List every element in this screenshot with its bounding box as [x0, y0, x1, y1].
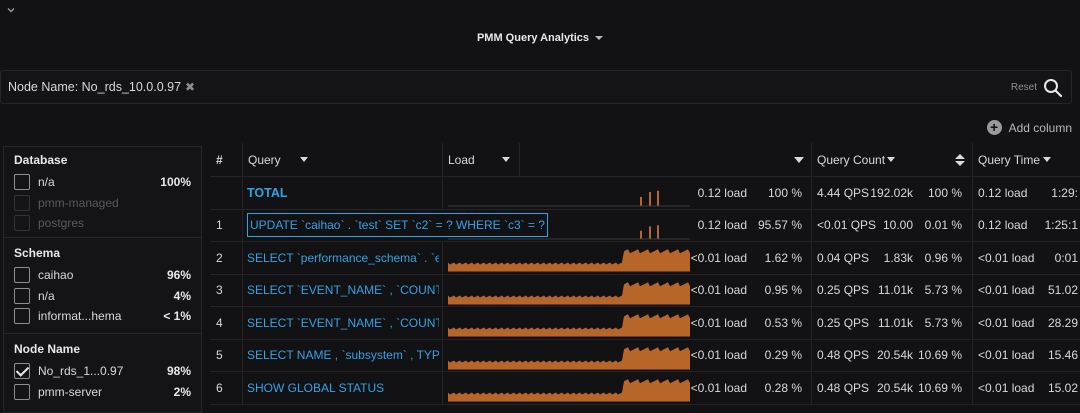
column-header-load[interactable]: Load [448, 143, 508, 176]
filter-option-label: No_rds_1...0.97 [38, 364, 124, 379]
filter-option: postgres [14, 213, 191, 234]
chevron-down-icon[interactable] [300, 143, 308, 176]
filter-option[interactable]: pmm-server 2% [14, 382, 191, 403]
table-row[interactable]: 4 SELECT `EVENT_NAME` , `COUNT_... <0.01 l… [210, 307, 1080, 340]
filter-group-node-name: Node Name No_rds_1...0.97 98% pmm-server 2% [4, 334, 201, 406]
dashboard-title-dropdown[interactable]: PMM Query Analytics [476, 32, 604, 44]
chevron-down-icon [595, 36, 604, 40]
filter-option[interactable]: caihao 96% [14, 265, 191, 286]
table-row[interactable]: 5SELECT NAME , `subsystem` , TYPE ...<0.… [210, 339, 1080, 372]
filter-group-title: Node Name [14, 342, 81, 356]
filter-option[interactable]: n/a 4% [14, 286, 191, 307]
filter-option-label: informat...hema [38, 309, 122, 324]
reset-button[interactable]: Reset [1011, 82, 1037, 93]
filter-option[interactable]: No_rds_1...0.97 98% [14, 361, 191, 382]
add-column-button[interactable]: + Add column [986, 120, 1072, 135]
checkbox[interactable] [14, 383, 30, 400]
query-time-value: 1:29: [1051, 185, 1078, 200]
query-table: # Query Load Query Count Query Time TOTA… [210, 143, 1080, 413]
filter-option[interactable]: informat...hema < 1% [14, 306, 191, 327]
checkbox-checked[interactable] [14, 363, 30, 380]
filter-option-percent: 98% [166, 364, 191, 379]
checkbox[interactable] [14, 267, 30, 284]
sort-descending-icon[interactable] [794, 143, 804, 176]
table-row[interactable]: 3SELECT `EVENT_NAME` , `COUNT_S...<0.01 … [210, 274, 1080, 307]
checkbox[interactable] [14, 174, 30, 191]
checkbox[interactable] [14, 308, 30, 325]
column-header-num: # [216, 152, 223, 167]
chevron-down-icon[interactable] [502, 143, 510, 176]
filter-option-label: n/a [38, 288, 55, 303]
checkbox [14, 215, 30, 232]
filter-group-database: Database n/a 100% pmm-managed postgres [4, 147, 201, 238]
filter-option-percent: 2% [173, 384, 191, 399]
filter-option-percent: < 1% [163, 309, 191, 324]
query-time-value: 51.02 [1047, 283, 1078, 298]
filters-sidebar: Database n/a 100% pmm-managed postgres Sche… [3, 146, 202, 413]
chevron-down-icon[interactable] [1043, 143, 1051, 176]
filter-group-schema: Schema caihao 96% n/a 4% informat...hema < 1% [4, 238, 201, 334]
query-time-value: 0:01 [1054, 250, 1078, 265]
filter-option-label: pmm-managed [38, 195, 119, 210]
search-icon[interactable] [1043, 78, 1063, 98]
column-header-query-count[interactable]: Query Count [817, 143, 897, 176]
table-header-row: # Query Load Query Count Query Time [210, 143, 1080, 177]
table-total-row[interactable]: TOTAL 0.12 load 100 % 4.44 QPS 192.02k 100 % 0… [210, 177, 1080, 210]
filter-bar: Node Name: No_rds_10.0.0.97 ✖ Reset [0, 70, 1072, 104]
filter-option: pmm-managed [14, 193, 191, 214]
filter-option-label: n/a [38, 175, 55, 190]
chevron-down-icon[interactable] [887, 143, 895, 176]
query-time-value: 28.29 [1047, 315, 1078, 330]
table-row[interactable]: 1 UPDATE `caihao` . `test` SET `c2` = ? W… [210, 209, 1080, 242]
sort-icon[interactable] [955, 143, 965, 176]
filter-chip-label: Node Name: No_rds_10.0.0.97 [8, 80, 182, 94]
table-row[interactable]: 2 SELECT `performance_schema` . `ev... <0.… [210, 242, 1080, 275]
dashboard-title: PMM Query Analytics [476, 32, 590, 44]
filter-group-title: Schema [14, 246, 61, 260]
query-time-value: 15.46 [1047, 348, 1078, 363]
table-row[interactable]: 6 SHOW GLOBAL STATUS <0.01 load 0.28 % 0.48 … [210, 372, 1080, 405]
checkbox[interactable] [14, 287, 30, 304]
filter-option-percent: 4% [173, 288, 191, 303]
filter-option-label: postgres [38, 216, 85, 231]
filter-option-percent: 100% [160, 175, 191, 190]
add-column-label: Add column [1008, 120, 1072, 135]
filter-option-label: pmm-server [38, 384, 103, 399]
filter-group-title: Database [14, 153, 68, 167]
collapse-chevron-icon[interactable] [6, 4, 18, 16]
query-time-value: 1:25:1 [1044, 218, 1078, 233]
plus-circle-icon: + [986, 120, 1002, 135]
filter-option-label: caihao [38, 268, 74, 283]
close-icon[interactable]: ✖ [185, 80, 195, 94]
checkbox [14, 194, 30, 211]
filter-chip: Node Name: No_rds_10.0.0.97 ✖ [8, 80, 195, 94]
filter-option[interactable]: n/a 100% [14, 172, 191, 193]
query-time-value: 15.02 [1047, 380, 1078, 395]
filter-option-percent: 96% [166, 268, 191, 283]
